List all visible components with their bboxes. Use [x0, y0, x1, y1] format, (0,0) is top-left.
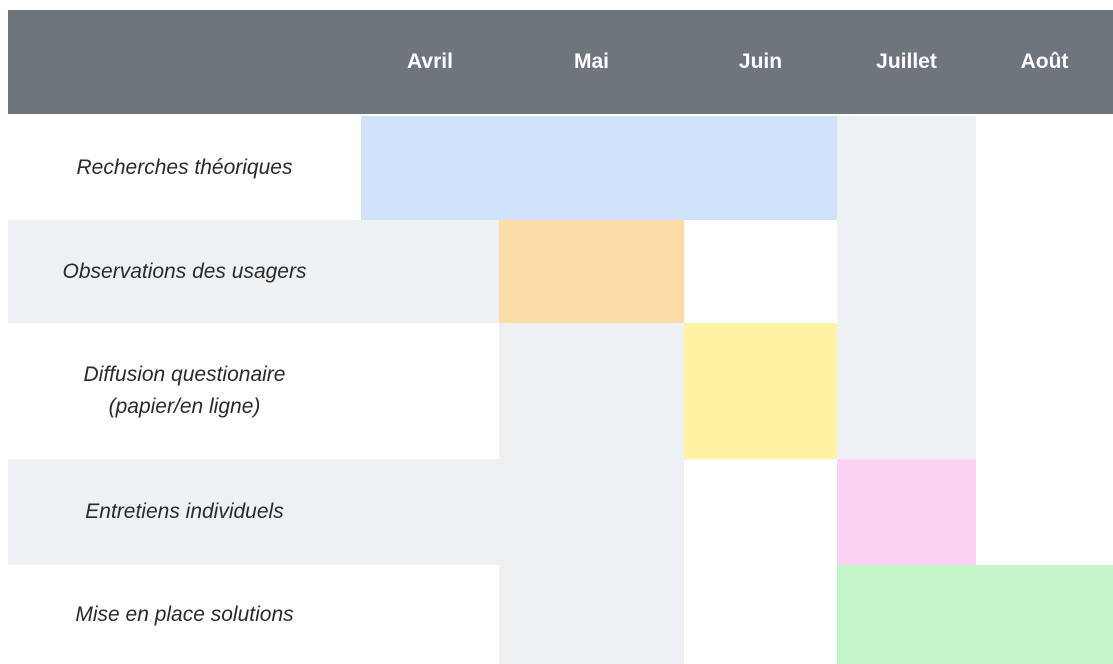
- task-label-text: Diffusion questionaire (papier/en ligne): [83, 363, 286, 418]
- task-label-entretiens-individuels: Entretiens individuels: [8, 459, 361, 565]
- task-labels: Recherches théoriques Observations des us…: [0, 0, 1113, 664]
- task-label-recherches-theoriques: Recherches théoriques: [8, 116, 361, 220]
- gantt-chart: Avril Mai Juin Juillet Août Recherches théor…: [0, 0, 1113, 664]
- task-label-text: Mise en place solutions: [75, 602, 294, 626]
- task-label-text: Observations des usagers: [62, 259, 307, 283]
- task-label-observations-des-usagers: Observations des usagers: [8, 220, 361, 323]
- task-label-diffusion-questionaire-papier-en-ligne: Diffusion questionaire (papier/en ligne): [8, 323, 361, 459]
- task-label-text: Entretiens individuels: [85, 500, 284, 523]
- task-label-text: Recherches théoriques: [76, 156, 293, 179]
- task-label-mise-en-place-solutions: Mise en place solutions: [8, 565, 361, 664]
